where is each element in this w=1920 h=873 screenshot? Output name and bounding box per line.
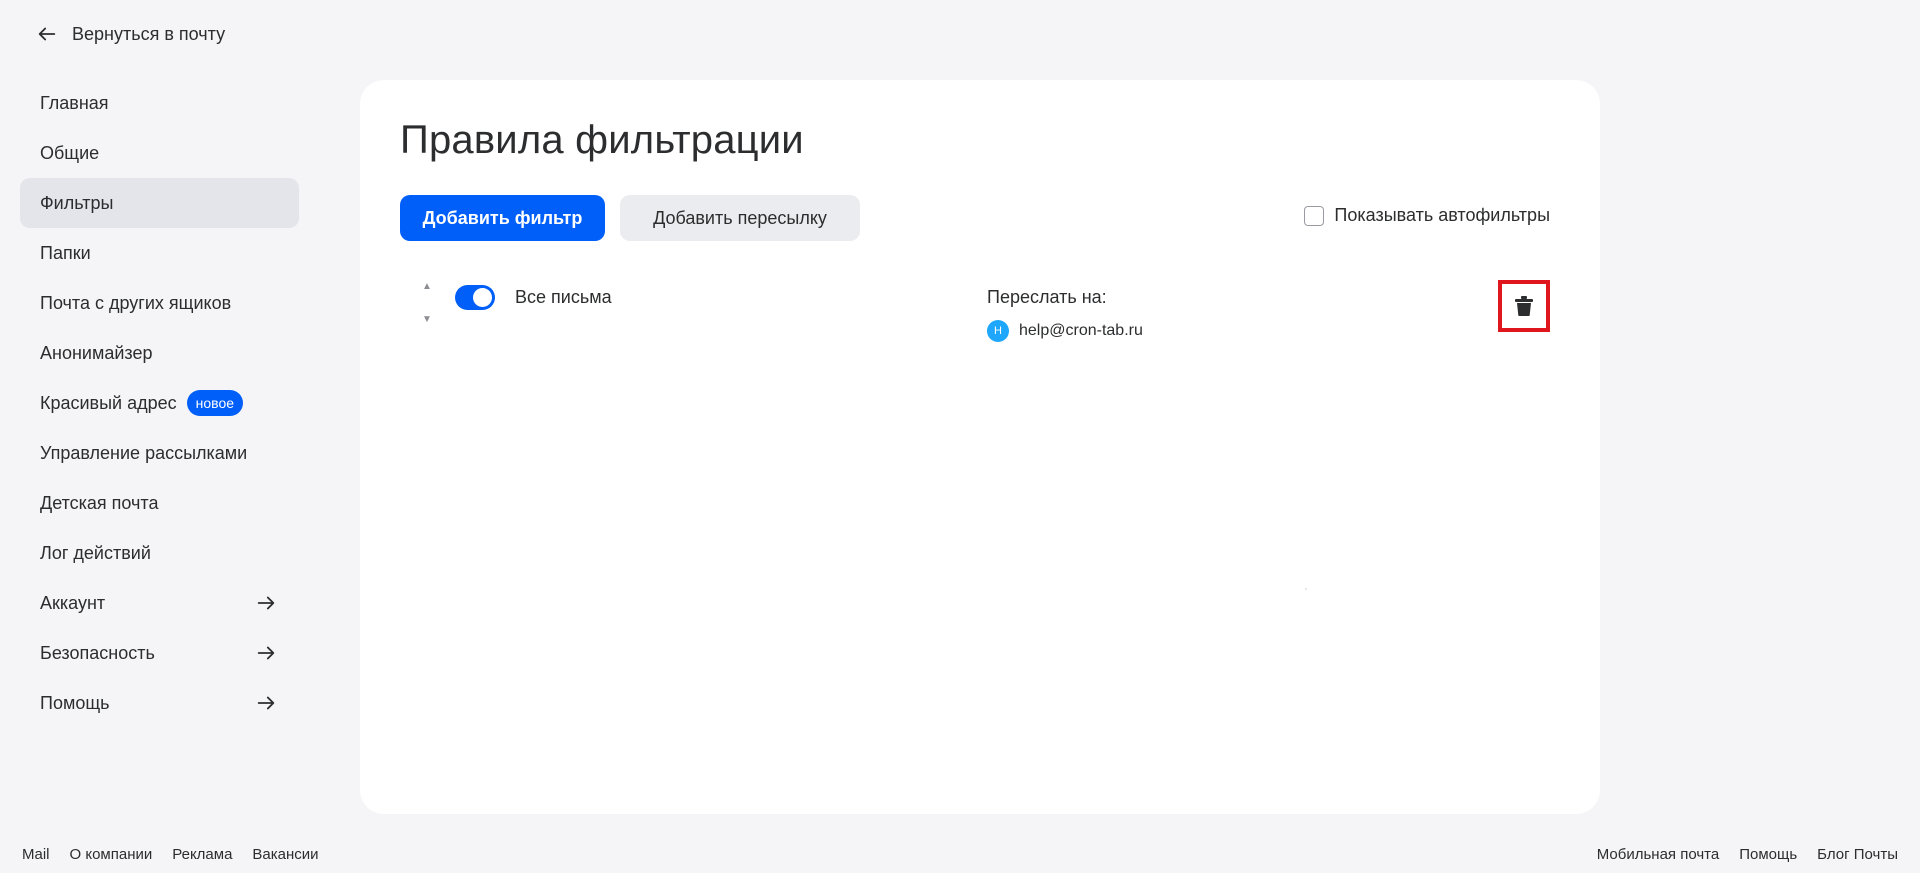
filter-name[interactable]: Все письма [515, 287, 612, 308]
avatar: H [987, 320, 1009, 342]
back-to-mail-link[interactable]: Вернуться в почту [36, 20, 225, 48]
toggle-knob [473, 288, 492, 307]
page-footer: Mail О компании Реклама Вакансии Мобильн… [0, 844, 1920, 868]
sidebar-item-label: Общие [40, 142, 100, 163]
sidebar-item-anonymizer[interactable]: Анонимайзер [20, 328, 299, 378]
arrow-right-icon [257, 646, 275, 660]
sidebar-item-label: Анонимайзер [40, 342, 153, 363]
forward-email: help@cron-tab.ru [1019, 322, 1143, 339]
back-to-mail-label: Вернуться в почту [72, 23, 226, 44]
trash-icon [1515, 296, 1533, 316]
add-filter-button[interactable]: Добавить фильтр [400, 195, 605, 241]
sidebar-item-custom-address[interactable]: Красивый адрес новое [20, 378, 299, 428]
settings-sidebar: Главная Общие Фильтры Папки Почта с друг… [20, 78, 299, 728]
footer-link-help[interactable]: Помощь [1739, 846, 1797, 863]
sidebar-item-main[interactable]: Главная [20, 78, 299, 128]
sidebar-item-label: Управление рассылками [40, 442, 248, 463]
add-forward-button[interactable]: Добавить пересылку [620, 195, 860, 241]
move-down-icon[interactable]: ▼ [420, 313, 434, 327]
sidebar-item-security[interactable]: Безопасность [20, 628, 299, 678]
forward-action-label: Переслать на: [987, 287, 1107, 307]
sidebar-item-general[interactable]: Общие [20, 128, 299, 178]
page-title: Правила фильтрации [400, 118, 804, 162]
sidebar-item-label: Помощь [40, 692, 110, 713]
arrow-right-icon [257, 696, 275, 710]
sidebar-item-label: Красивый адрес [40, 392, 177, 413]
forward-target: H help@cron-tab.ru [987, 320, 1143, 342]
footer-link-ads[interactable]: Реклама [172, 846, 232, 863]
filters-panel: Правила фильтрации Добавить фильтр Добав… [360, 80, 1600, 814]
show-autofilters-option[interactable]: Показывать автофильтры [1304, 205, 1550, 226]
filter-row: ▲ ▼ Все письма Переслать на: H help@cron… [400, 280, 1560, 370]
sidebar-item-kids-mail[interactable]: Детская почта [20, 478, 299, 528]
sidebar-item-label: Главная [40, 92, 109, 113]
sidebar-item-other-mailboxes[interactable]: Почта с других ящиков [20, 278, 299, 328]
sidebar-item-help[interactable]: Помощь [20, 678, 299, 728]
footer-left-links: Mail О компании Реклама Вакансии [22, 846, 319, 863]
sidebar-item-subscriptions[interactable]: Управление рассылками [20, 428, 299, 478]
footer-link-blog[interactable]: Блог Почты [1817, 846, 1898, 863]
footer-link-mail[interactable]: Mail [22, 846, 50, 863]
sidebar-item-account[interactable]: Аккаунт [20, 578, 299, 628]
new-badge: новое [186, 390, 244, 416]
arrow-left-icon [38, 27, 56, 41]
arrow-right-icon [257, 596, 275, 610]
filter-enabled-toggle[interactable] [455, 285, 495, 310]
sidebar-item-label: Лог действий [40, 542, 151, 563]
sidebar-item-label: Папки [40, 242, 91, 263]
footer-link-jobs[interactable]: Вакансии [252, 846, 318, 863]
move-up-icon[interactable]: ▲ [420, 280, 434, 294]
delete-filter-button[interactable] [1498, 280, 1550, 332]
show-autofilters-label: Показывать автофильтры [1334, 205, 1550, 225]
divider-dot [1305, 588, 1307, 590]
footer-link-mobile[interactable]: Мобильная почта [1597, 846, 1719, 863]
sidebar-item-label: Фильтры [40, 192, 114, 213]
sidebar-item-label: Почта с других ящиков [40, 292, 232, 313]
footer-link-about[interactable]: О компании [70, 846, 153, 863]
footer-right-links: Мобильная почта Помощь Блог Почты [1597, 846, 1898, 863]
show-autofilters-checkbox[interactable] [1304, 205, 1325, 226]
sidebar-item-label: Аккаунт [40, 592, 106, 613]
sidebar-item-filters[interactable]: Фильтры [20, 178, 299, 228]
sidebar-item-folders[interactable]: Папки [20, 228, 299, 278]
sidebar-item-activity-log[interactable]: Лог действий [20, 528, 299, 578]
sidebar-item-label: Детская почта [40, 492, 159, 513]
sidebar-item-label: Безопасность [40, 642, 155, 663]
